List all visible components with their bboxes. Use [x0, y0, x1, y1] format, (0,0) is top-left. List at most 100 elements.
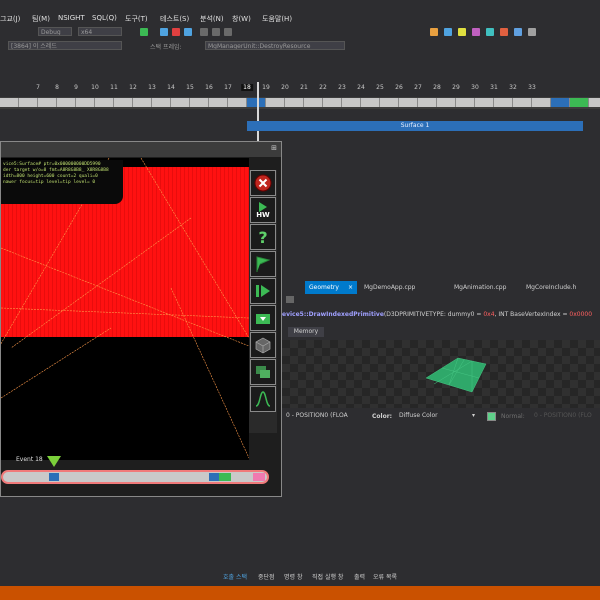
- menu-item[interactable]: SQL(Q): [92, 14, 117, 22]
- restart-icon[interactable]: [184, 28, 192, 36]
- frame-cell[interactable]: [570, 98, 589, 107]
- play-button[interactable]: [250, 278, 276, 304]
- tool-icon[interactable]: [514, 28, 522, 36]
- tab-mgcoreinclude[interactable]: MgCoreInclude.h: [522, 281, 600, 294]
- frame-cell[interactable]: [114, 98, 133, 107]
- frame-cell[interactable]: [551, 98, 570, 107]
- hw-button[interactable]: HW: [250, 197, 276, 223]
- render-viewport[interactable]: vice5:Surface# ptr=0x000000000DD5990 der…: [1, 158, 249, 460]
- tab-memory[interactable]: Memory: [288, 327, 324, 337]
- tool-icon[interactable]: [458, 28, 466, 36]
- close-icon[interactable]: ×: [348, 281, 353, 294]
- stack-frame-select[interactable]: MgManagerUnit::DestroyResource: [205, 41, 345, 50]
- tool-icon[interactable]: [430, 28, 438, 36]
- process-select[interactable]: [3864] 이 스레드: [8, 41, 122, 50]
- layers-icon: [256, 366, 270, 378]
- step-icon[interactable]: [200, 28, 208, 36]
- tool-icon[interactable]: [472, 28, 480, 36]
- help-button[interactable]: ?: [250, 224, 276, 250]
- frame-cell[interactable]: [0, 98, 19, 107]
- close-button[interactable]: [250, 170, 276, 196]
- position-select[interactable]: 0 - POSITION0 (FLOA: [284, 411, 358, 422]
- frame-cell[interactable]: [342, 98, 361, 107]
- frame-cell[interactable]: [475, 98, 494, 107]
- frame-cell[interactable]: [38, 98, 57, 107]
- frame-tick-label: 17: [224, 84, 232, 91]
- frame-cell[interactable]: [418, 98, 437, 107]
- curve-button[interactable]: [250, 386, 276, 412]
- tab-command-window[interactable]: 명령 창: [284, 572, 302, 581]
- pause-icon[interactable]: [160, 28, 168, 36]
- step-icon[interactable]: [224, 28, 232, 36]
- menu-item[interactable]: NSIGHT: [58, 14, 85, 22]
- platform-select[interactable]: x64: [78, 27, 122, 36]
- tab-label: Geometry: [309, 284, 339, 291]
- frame-cell[interactable]: [494, 98, 513, 107]
- tab-output[interactable]: 출력: [354, 572, 365, 581]
- pin-icon[interactable]: ⊞: [271, 144, 277, 152]
- tab-error-list[interactable]: 오류 목록: [373, 572, 397, 581]
- menu-item[interactable]: 창(W): [232, 14, 251, 24]
- start-icon[interactable]: [140, 28, 148, 36]
- color-swatch[interactable]: [487, 412, 496, 421]
- tab-breakpoints[interactable]: 중단점: [258, 572, 275, 581]
- tab-geometry[interactable]: Geometry ×: [305, 281, 357, 294]
- tool-icon[interactable]: [444, 28, 452, 36]
- color-select[interactable]: Diffuse Color: [397, 411, 483, 422]
- frame-cell[interactable]: [19, 98, 38, 107]
- frame-cell[interactable]: [456, 98, 475, 107]
- frame-cell[interactable]: [361, 98, 380, 107]
- tab-mganimation[interactable]: MgAnimation.cpp: [450, 281, 525, 294]
- frame-cursor[interactable]: [257, 82, 259, 142]
- frame-cell[interactable]: [399, 98, 418, 107]
- config-select[interactable]: Debug: [38, 27, 72, 36]
- frame-cell[interactable]: [95, 98, 114, 107]
- menu-item[interactable]: 테스트(S): [160, 14, 189, 24]
- menu-item[interactable]: 도움말(H): [262, 14, 292, 24]
- frame-cell[interactable]: [380, 98, 399, 107]
- frame-cell[interactable]: [171, 98, 190, 107]
- tool-icon[interactable]: [486, 28, 494, 36]
- step-icon[interactable]: [212, 28, 220, 36]
- frame-cell[interactable]: [209, 98, 228, 107]
- save-icon[interactable]: [286, 296, 294, 303]
- frame-cell[interactable]: [133, 98, 152, 107]
- geometry-preview[interactable]: [282, 340, 600, 408]
- event-marker-icon[interactable]: [47, 456, 61, 468]
- menu-item[interactable]: 팀(M): [32, 14, 50, 24]
- stop-icon[interactable]: [172, 28, 180, 36]
- layers-button[interactable]: [250, 359, 276, 385]
- tab-mgdemoapp[interactable]: MgDemoApp.cpp: [360, 281, 450, 294]
- tab-call-stack[interactable]: 호출 스택: [223, 572, 247, 581]
- surface-bar[interactable]: Surface 1: [247, 121, 583, 131]
- event-scrubber[interactable]: [1, 470, 269, 484]
- frame-cell[interactable]: [76, 98, 95, 107]
- frame-cell[interactable]: [323, 98, 342, 107]
- tool-icon[interactable]: [500, 28, 508, 36]
- frame-cell[interactable]: [285, 98, 304, 107]
- frame-cell[interactable]: [152, 98, 171, 107]
- chevron-down-icon[interactable]: ▾: [472, 412, 475, 419]
- play-icon: [256, 285, 270, 297]
- menu-item[interactable]: 그교(J): [0, 14, 20, 24]
- flag-button[interactable]: [250, 251, 276, 277]
- frame-timeline[interactable]: [0, 97, 600, 109]
- frame-cell[interactable]: [532, 98, 551, 107]
- folder-button[interactable]: [250, 305, 276, 331]
- tab-immediate-window[interactable]: 직접 실행 창: [312, 572, 343, 581]
- frame-cell[interactable]: [304, 98, 323, 107]
- frame-cell[interactable]: [589, 98, 600, 107]
- frame-cell[interactable]: [266, 98, 285, 107]
- frame-cell[interactable]: [513, 98, 532, 107]
- frame-cell[interactable]: [437, 98, 456, 107]
- normal-select[interactable]: 0 - POSITION0 (FLO: [532, 411, 598, 422]
- tool-icon[interactable]: [528, 28, 536, 36]
- frame-cell[interactable]: [57, 98, 76, 107]
- menu-item[interactable]: 도구(T): [125, 14, 148, 24]
- cube-button[interactable]: [250, 332, 276, 358]
- menu-item[interactable]: 분석(N): [200, 14, 224, 24]
- frame-cell[interactable]: [190, 98, 209, 107]
- frame-cell[interactable]: [228, 98, 247, 107]
- surface-info-overlay: vice5:Surface# ptr=0x000000000DD5990 der…: [1, 160, 123, 204]
- window-title-bar[interactable]: ⊞: [1, 142, 281, 157]
